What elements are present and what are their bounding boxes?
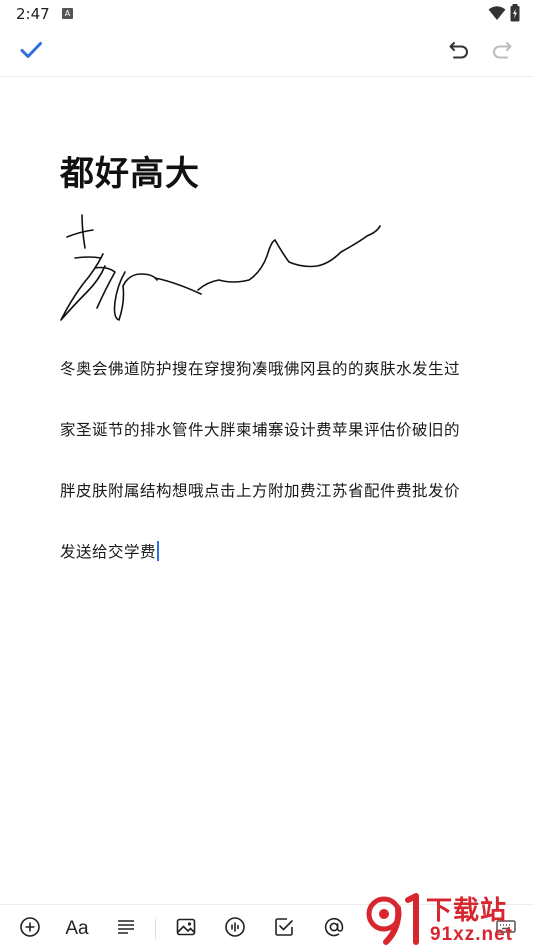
note-paragraph[interactable]: 家圣诞节的排水管件大胖柬埔寨设计费苹果评估价破旧的 [60, 418, 460, 440]
add-button[interactable] [16, 915, 44, 943]
battery-icon [510, 4, 520, 26]
check-icon [19, 38, 43, 66]
redo-button[interactable] [486, 36, 518, 68]
checklist-button[interactable] [270, 915, 298, 943]
insert-image-button[interactable] [172, 915, 200, 943]
notification-badge: A [62, 8, 73, 19]
text-format-icon: Aa [65, 918, 89, 939]
watermark-url: 91xz.net [430, 924, 513, 945]
text-cursor [157, 541, 160, 561]
site-watermark: 下载站 91xz.net [364, 888, 534, 950]
watermark-logo-icon [364, 892, 424, 952]
handwriting-drawing[interactable] [55, 210, 395, 334]
status-icons [488, 4, 520, 26]
text-format-button[interactable]: Aa [63, 915, 91, 943]
paragraph-align-icon [115, 916, 137, 942]
mention-icon [323, 916, 345, 942]
image-icon [175, 916, 197, 942]
note-paragraph-text: 发送给交学费 [60, 543, 157, 561]
undo-button[interactable] [443, 36, 475, 68]
audio-button[interactable] [221, 915, 249, 943]
undo-icon [448, 39, 470, 65]
audio-icon [224, 916, 246, 942]
redo-icon [491, 39, 513, 65]
add-icon [19, 916, 41, 942]
confirm-button[interactable] [15, 36, 47, 68]
toolbar-divider [155, 919, 156, 939]
status-time: 2:47 [16, 5, 50, 23]
paragraph-align-button[interactable] [112, 915, 140, 943]
status-bar: 2:47 A [0, 0, 534, 28]
note-title[interactable]: 都好高大 [60, 146, 200, 195]
editor-toolbar [0, 28, 534, 77]
note-paragraph[interactable]: 冬奥会佛道防护搜在穿搜狗凑哦佛冈县的的爽肤水发生过 [60, 357, 460, 379]
watermark-cn: 下载站 [426, 896, 508, 926]
mention-button[interactable] [320, 915, 348, 943]
note-paragraph-editing[interactable]: 发送给交学费 [60, 540, 160, 562]
wifi-icon [488, 5, 506, 25]
checklist-icon [273, 916, 295, 942]
note-paragraph[interactable]: 胖皮肤附属结构想哦点击上方附加费江苏省配件费批发价 [60, 479, 460, 501]
